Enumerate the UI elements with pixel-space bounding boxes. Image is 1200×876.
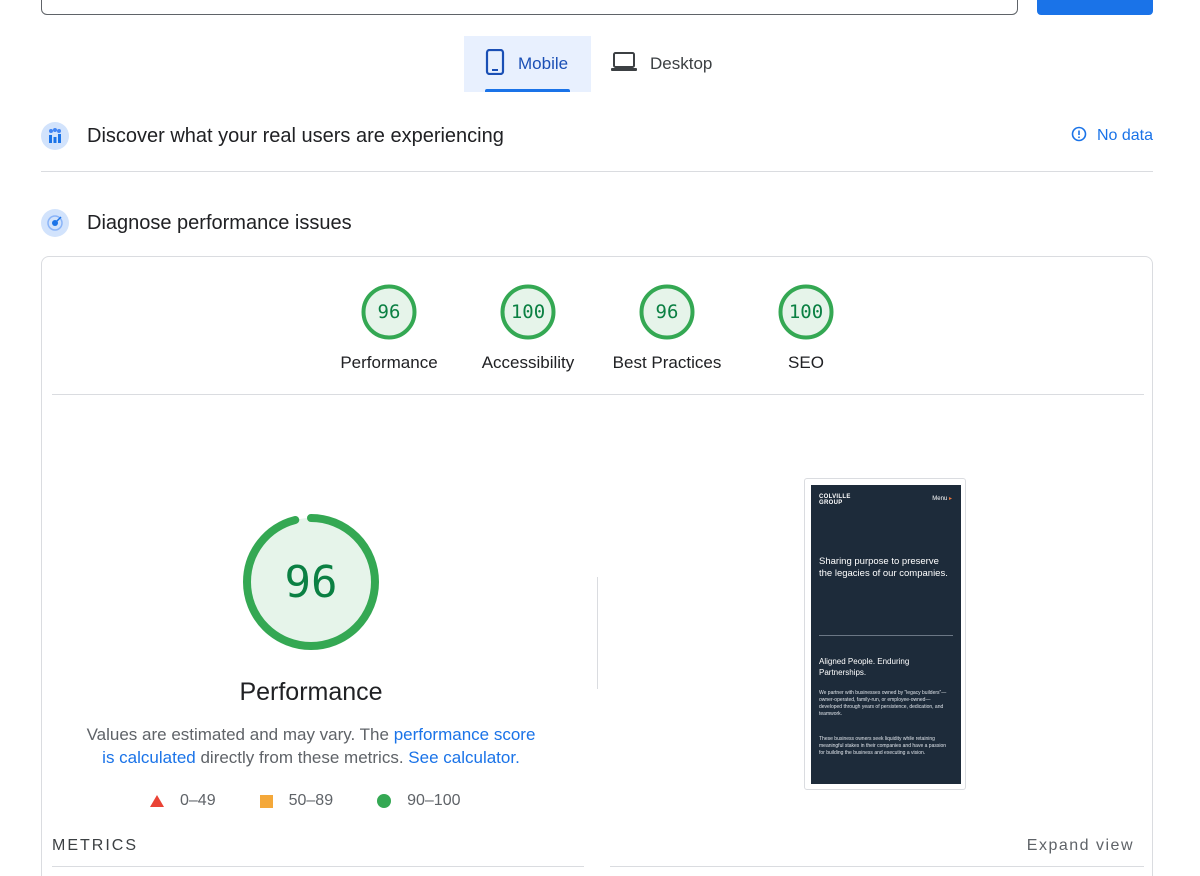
gauge-label: Accessibility (481, 353, 575, 372)
performance-gauge: 96 (240, 511, 382, 653)
gauge-best-practices[interactable]: 96 Best Practices (597, 283, 737, 373)
metrics-divider (610, 866, 1144, 867)
gauge-value: 96 (377, 301, 401, 323)
legend-fail-label: 0–49 (180, 792, 216, 809)
no-data-link[interactable]: No data (1071, 126, 1153, 147)
screenshot-rule (819, 635, 953, 636)
tab-desktop-label: Desktop (650, 54, 713, 73)
users-chart-icon (41, 122, 69, 150)
score-legend: 0–49 50–89 90–100 (150, 792, 504, 810)
gauge-label: Performance (340, 353, 438, 372)
metrics-divider (52, 866, 584, 867)
gauge-ring: 96 (360, 283, 418, 341)
gauge-label: SEO (788, 353, 824, 372)
gauge-accessibility[interactable]: 100 Accessibility (458, 283, 598, 373)
screenshot-paragraph: We partner with businesses owned by “leg… (819, 690, 947, 717)
performance-score: 96 (284, 556, 338, 608)
legend-pass-label: 90–100 (407, 792, 461, 809)
final-screenshot[interactable]: COLVILLE GROUP Menu ▸ Sharing purpose to… (804, 478, 966, 790)
screenshot-headline: Sharing purpose to preserve the legacies… (819, 556, 948, 579)
circle-icon (377, 794, 392, 808)
phone-icon (484, 48, 506, 80)
expand-view-button[interactable]: Expand view (1027, 837, 1134, 855)
screenshot-image: COLVILLE GROUP Menu ▸ Sharing purpose to… (811, 485, 961, 784)
screenshot-menu-label: Menu (932, 496, 948, 502)
gauge-ring: 96 (638, 283, 696, 341)
analyze-button[interactable] (1037, 0, 1153, 15)
vertical-divider (597, 577, 598, 689)
tab-desktop[interactable]: Desktop (604, 36, 744, 92)
diagnose-header: Diagnose performance issues (41, 203, 1153, 243)
gauge-ring: 100 (777, 283, 835, 341)
legend-average-label: 50–89 (288, 792, 334, 809)
tab-mobile-label: Mobile (518, 54, 569, 73)
screenshot-subhead: Aligned People. Enduring Partnerships. (819, 657, 910, 677)
see-calculator-link[interactable]: See calculator. (408, 748, 520, 767)
performance-description: Values are estimated and may vary. The p… (80, 723, 542, 769)
metrics-heading: METRICS (52, 837, 138, 854)
screenshot-paragraph: These business owners seek liquidity whi… (819, 736, 947, 756)
gauge-ring: 100 (499, 283, 557, 341)
desc-text: Values are estimated and may vary. The (86, 725, 394, 744)
desc-text: directly from these metrics. (195, 748, 409, 767)
diagnose-title: Diagnose performance issues (87, 211, 352, 234)
laptop-icon (610, 51, 638, 78)
performance-title: Performance (239, 678, 383, 706)
report-card: 96 Performance 100 Accessibility 96 Best… (41, 256, 1153, 876)
arrow-right-icon: ▸ (948, 496, 952, 502)
screenshot-logo: COLVILLE GROUP (819, 494, 851, 506)
legend-average: 50–89 (259, 792, 334, 810)
no-data-label: No data (1096, 127, 1153, 144)
tab-mobile[interactable]: Mobile (464, 36, 591, 92)
legend-fail: 0–49 (150, 792, 216, 810)
card-divider (52, 394, 1144, 395)
legend-pass: 90–100 (377, 792, 460, 810)
active-tab-indicator (485, 89, 570, 92)
field-data-title: Discover what your real users are experi… (87, 124, 504, 147)
screenshot-menu: Menu ▸ (932, 495, 952, 502)
info-icon (1071, 126, 1087, 147)
section-divider (41, 171, 1153, 172)
gauge-value: 100 (788, 301, 824, 323)
gauge-value: 100 (510, 301, 546, 323)
gauge-performance[interactable]: 96 Performance (319, 283, 459, 373)
triangle-icon (150, 795, 164, 807)
square-icon (259, 794, 273, 808)
gauge-label: Best Practices (612, 353, 722, 372)
gauge-value: 96 (655, 301, 679, 323)
url-input[interactable] (41, 0, 1018, 15)
field-data-header: Discover what your real users are experi… (41, 116, 1153, 156)
pagespeed-report: Mobile Desktop Discover what your real u… (0, 0, 1200, 876)
gauge-seo[interactable]: 100 SEO (736, 283, 876, 373)
lighthouse-icon (41, 209, 69, 237)
